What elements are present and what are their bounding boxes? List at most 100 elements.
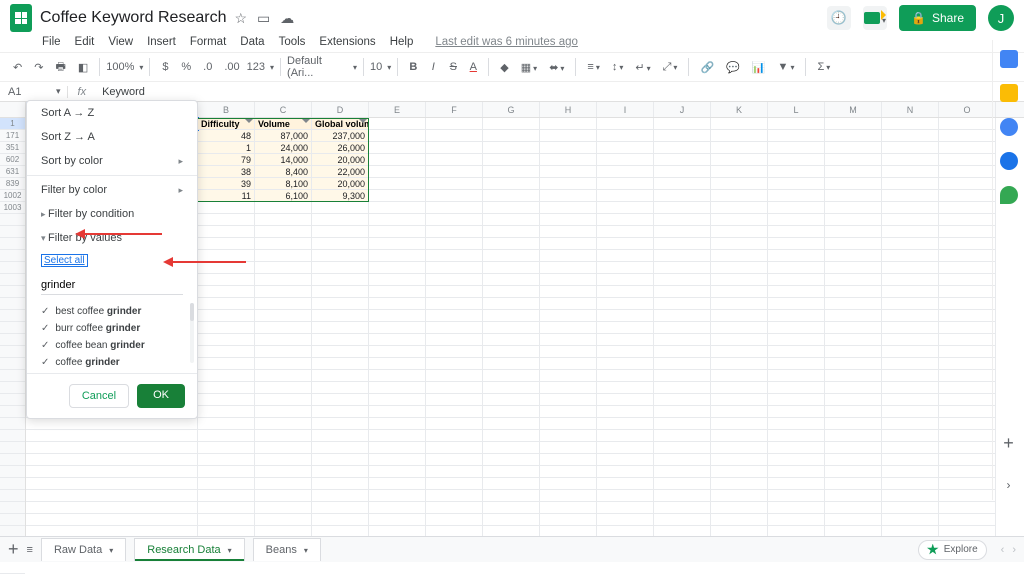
cell[interactable]: 11 xyxy=(198,190,255,202)
cell[interactable]: Global volume xyxy=(312,118,369,130)
paint-icon[interactable]: ◧ xyxy=(73,58,93,77)
move-icon[interactable]: ▭ xyxy=(257,10,270,27)
col-header[interactable]: M xyxy=(825,102,882,117)
col-header[interactable]: J xyxy=(654,102,711,117)
ok-button[interactable]: OK xyxy=(137,384,185,408)
bold-icon[interactable]: B xyxy=(404,58,422,76)
keep-icon[interactable] xyxy=(1000,84,1018,102)
merge-icon[interactable]: ⬌ xyxy=(544,58,569,77)
sheets-logo[interactable] xyxy=(10,4,32,32)
cell[interactable]: 22,000 xyxy=(312,166,369,178)
percent-icon[interactable]: % xyxy=(176,58,196,76)
formula-input[interactable]: Keyword xyxy=(96,86,145,98)
tab-raw-data[interactable]: Raw Data xyxy=(41,538,126,561)
text-color-icon[interactable]: A xyxy=(464,58,482,76)
select-all-link[interactable]: Select all xyxy=(41,254,88,267)
col-header[interactable]: D xyxy=(312,102,369,117)
col-header[interactable]: N xyxy=(882,102,939,117)
filter-value-option[interactable]: ✓coffee bean grinder xyxy=(41,337,183,354)
currency-icon[interactable]: $ xyxy=(156,58,174,76)
strike-icon[interactable]: S xyxy=(444,58,462,76)
row-header[interactable]: 1002 xyxy=(0,190,25,202)
sort-az[interactable]: Sort A → Z xyxy=(27,101,197,125)
redo-icon[interactable]: ↷ xyxy=(29,58,48,77)
cell[interactable]: 8,100 xyxy=(255,178,312,190)
row-header[interactable]: 171 xyxy=(0,130,25,142)
cell[interactable]: 87,000 xyxy=(255,130,312,142)
halign-icon[interactable]: ≡ xyxy=(582,58,604,76)
calendar-icon[interactable] xyxy=(1000,50,1018,68)
cell[interactable]: 38 xyxy=(198,166,255,178)
cell[interactable]: 24,000 xyxy=(255,142,312,154)
sort-za[interactable]: Sort Z → A xyxy=(27,125,197,149)
tab-scroll-right-icon[interactable]: › xyxy=(1012,544,1016,556)
col-header[interactable]: H xyxy=(540,102,597,117)
cell[interactable]: 6,100 xyxy=(255,190,312,202)
hide-sidepanel-icon[interactable]: › xyxy=(1007,478,1011,492)
filter-by-condition[interactable]: Filter by condition xyxy=(27,202,197,226)
decrease-decimal-icon[interactable]: .0 xyxy=(198,58,217,76)
undo-icon[interactable]: ↶ xyxy=(8,58,27,77)
row-header[interactable]: 631 xyxy=(0,166,25,178)
col-header[interactable]: O xyxy=(939,102,996,117)
cell[interactable]: Volume xyxy=(255,118,312,130)
cell[interactable]: 9,300 xyxy=(312,190,369,202)
add-sheet-icon[interactable]: + xyxy=(8,539,19,560)
cell[interactable]: 39 xyxy=(198,178,255,190)
col-header[interactable]: L xyxy=(768,102,825,117)
col-header[interactable]: K xyxy=(711,102,768,117)
menu-data[interactable]: Data xyxy=(240,36,264,48)
col-header[interactable]: I xyxy=(597,102,654,117)
col-header[interactable]: E xyxy=(369,102,426,117)
filter-search-input[interactable] xyxy=(41,276,183,295)
row-header[interactable]: 602 xyxy=(0,154,25,166)
number-format-select[interactable]: 123 xyxy=(247,61,274,73)
font-select[interactable]: Default (Ari... xyxy=(287,55,357,79)
cloud-icon[interactable]: ☁ xyxy=(280,10,294,27)
rotate-icon[interactable]: ⤢ xyxy=(658,58,683,77)
filter-value-option[interactable]: ✓burr coffee grinder xyxy=(41,320,183,337)
all-sheets-icon[interactable]: ≡ xyxy=(27,544,33,556)
cell[interactable]: 1 xyxy=(198,142,255,154)
menu-edit[interactable]: Edit xyxy=(75,36,95,48)
cell[interactable]: 14,000 xyxy=(255,154,312,166)
print-icon[interactable]: 🖶 xyxy=(50,55,70,80)
menu-insert[interactable]: Insert xyxy=(147,36,176,48)
col-header[interactable]: F xyxy=(426,102,483,117)
menu-view[interactable]: View xyxy=(108,36,133,48)
cell[interactable]: 20,000 xyxy=(312,178,369,190)
row-header[interactable]: 839 xyxy=(0,178,25,190)
cell[interactable]: 79 xyxy=(198,154,255,166)
filter-by-values[interactable]: Filter by values xyxy=(27,226,197,250)
filter-icon[interactable]: ▼ xyxy=(773,58,800,76)
filter-scrollbar[interactable] xyxy=(190,303,194,363)
zoom-select[interactable]: 100% xyxy=(106,61,143,73)
cancel-button[interactable]: Cancel xyxy=(69,384,129,408)
menu-tools[interactable]: Tools xyxy=(279,36,306,48)
history-icon[interactable]: 🕘 xyxy=(827,6,851,30)
meet-icon[interactable] xyxy=(863,6,887,30)
namebox-caret-icon[interactable]: ▾ xyxy=(50,86,67,97)
menu-extensions[interactable]: Extensions xyxy=(319,36,375,48)
tab-beans[interactable]: Beans xyxy=(253,538,321,561)
cell[interactable]: 48 xyxy=(198,130,255,142)
wrap-icon[interactable]: ↵ xyxy=(630,58,655,77)
italic-icon[interactable]: I xyxy=(424,58,442,76)
doc-title[interactable]: Coffee Keyword Research xyxy=(40,9,226,27)
last-edit[interactable]: Last edit was 6 minutes ago xyxy=(435,36,578,48)
avatar[interactable]: J xyxy=(988,5,1014,31)
cell[interactable]: 8,400 xyxy=(255,166,312,178)
filter-value-option[interactable]: ✓best coffee grinder xyxy=(41,303,183,320)
valign-icon[interactable]: ↕ xyxy=(607,58,629,76)
sort-by-color[interactable]: Sort by color xyxy=(27,149,197,173)
row-header[interactable]: 1 xyxy=(0,118,25,130)
filter-by-color[interactable]: Filter by color xyxy=(27,178,197,202)
explore-button[interactable]: Explore xyxy=(918,540,987,560)
cell[interactable]: 237,000 xyxy=(312,130,369,142)
maps-icon[interactable] xyxy=(1000,186,1018,204)
cell[interactable]: 26,000 xyxy=(312,142,369,154)
tab-research-data[interactable]: Research Data xyxy=(134,538,244,561)
share-button[interactable]: 🔒Share xyxy=(899,5,976,31)
increase-decimal-icon[interactable]: .00 xyxy=(219,58,244,76)
menu-file[interactable]: File xyxy=(42,36,61,48)
